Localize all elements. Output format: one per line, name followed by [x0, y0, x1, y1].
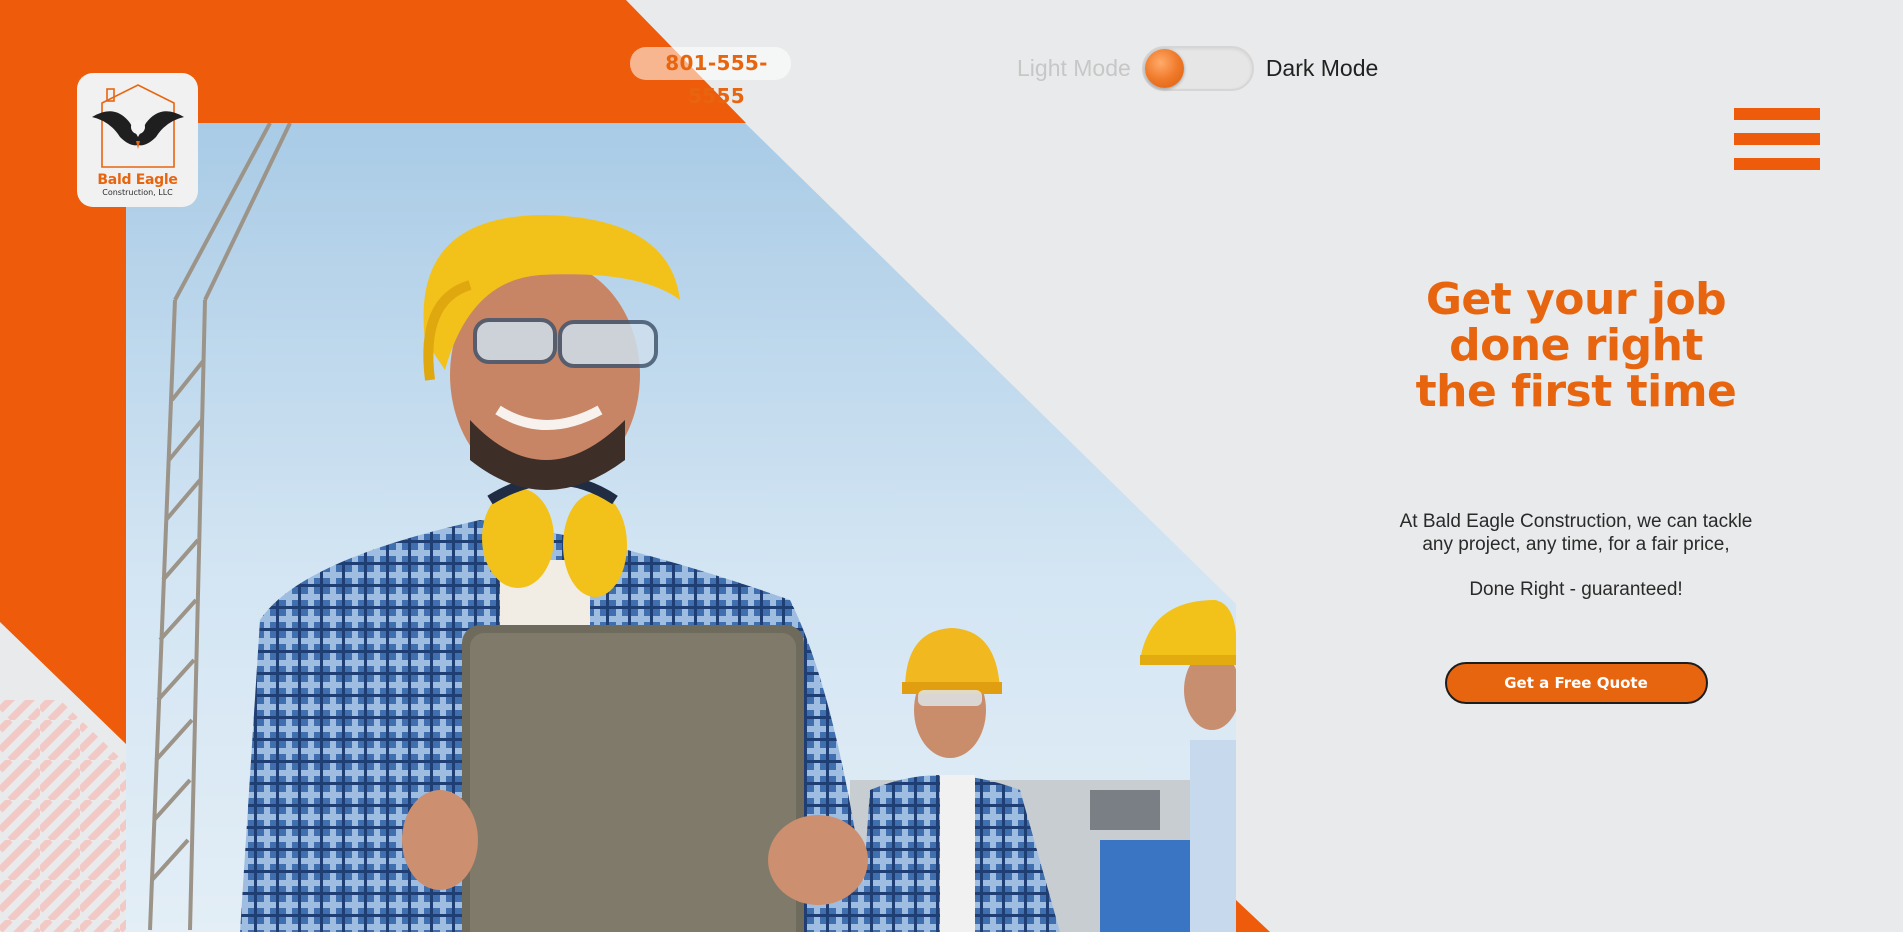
brand-subtitle: Construction, LLC [102, 188, 173, 197]
phone-number-link[interactable]: 801-555-5555 [630, 47, 791, 108]
headline-line: the first time [1415, 366, 1737, 417]
brand-name: Bald Eagle [97, 172, 178, 188]
hero-copy: Get your job done right the first time A… [1350, 277, 1802, 704]
light-mode-label: Light Mode [1017, 54, 1131, 81]
switch-knob [1144, 48, 1184, 88]
eagle-house-icon [91, 84, 184, 168]
hero-headline: Get your job done right the first time [1350, 277, 1802, 415]
headline-line: done right [1449, 320, 1703, 371]
description-line: any project, any time, for a fair price, [1422, 534, 1730, 555]
hero-tagline: Done Right - guaranteed! [1469, 579, 1683, 600]
theme-toggle: Light Mode Dark Mode [1017, 44, 1378, 92]
description-line: At Bald Eagle Construction, we can tackl… [1399, 511, 1753, 532]
dark-mode-label: Dark Mode [1265, 54, 1379, 81]
headline-line: Get your job [1425, 274, 1727, 325]
hamburger-bar [1734, 158, 1820, 170]
hamburger-bar [1734, 108, 1820, 120]
theme-switch[interactable] [1141, 45, 1254, 91]
hamburger-icon[interactable] [1734, 108, 1820, 170]
logo[interactable]: Bald Eagle Construction, LLC [77, 73, 198, 207]
hamburger-bar [1734, 133, 1820, 145]
free-quote-button[interactable]: Get a Free Quote [1444, 662, 1708, 704]
hero-description: At Bald Eagle Construction, we can tackl… [1350, 510, 1802, 556]
